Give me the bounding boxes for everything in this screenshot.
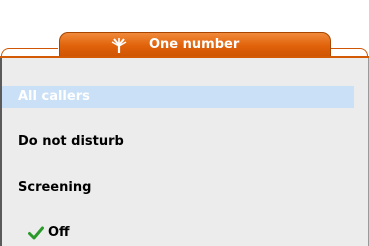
menu-item-do-not-disturb[interactable]: Do not disturb [18, 132, 124, 152]
tab-one-number[interactable]: One number [59, 32, 331, 56]
menu-item-screening[interactable]: Screening [18, 178, 91, 198]
check-icon [28, 226, 44, 240]
tab-left-edge [1, 48, 58, 56]
tab-title: One number [149, 37, 240, 52]
panel-top-border [0, 56, 369, 58]
menu-item-all-callers[interactable]: All callers [18, 87, 90, 107]
tab-right-edge [331, 48, 368, 56]
one-number-menu-window: One number All callers Do not disturb Sc… [0, 0, 369, 246]
menu-item-off[interactable]: Off [48, 223, 70, 243]
one-number-icon [111, 38, 127, 53]
